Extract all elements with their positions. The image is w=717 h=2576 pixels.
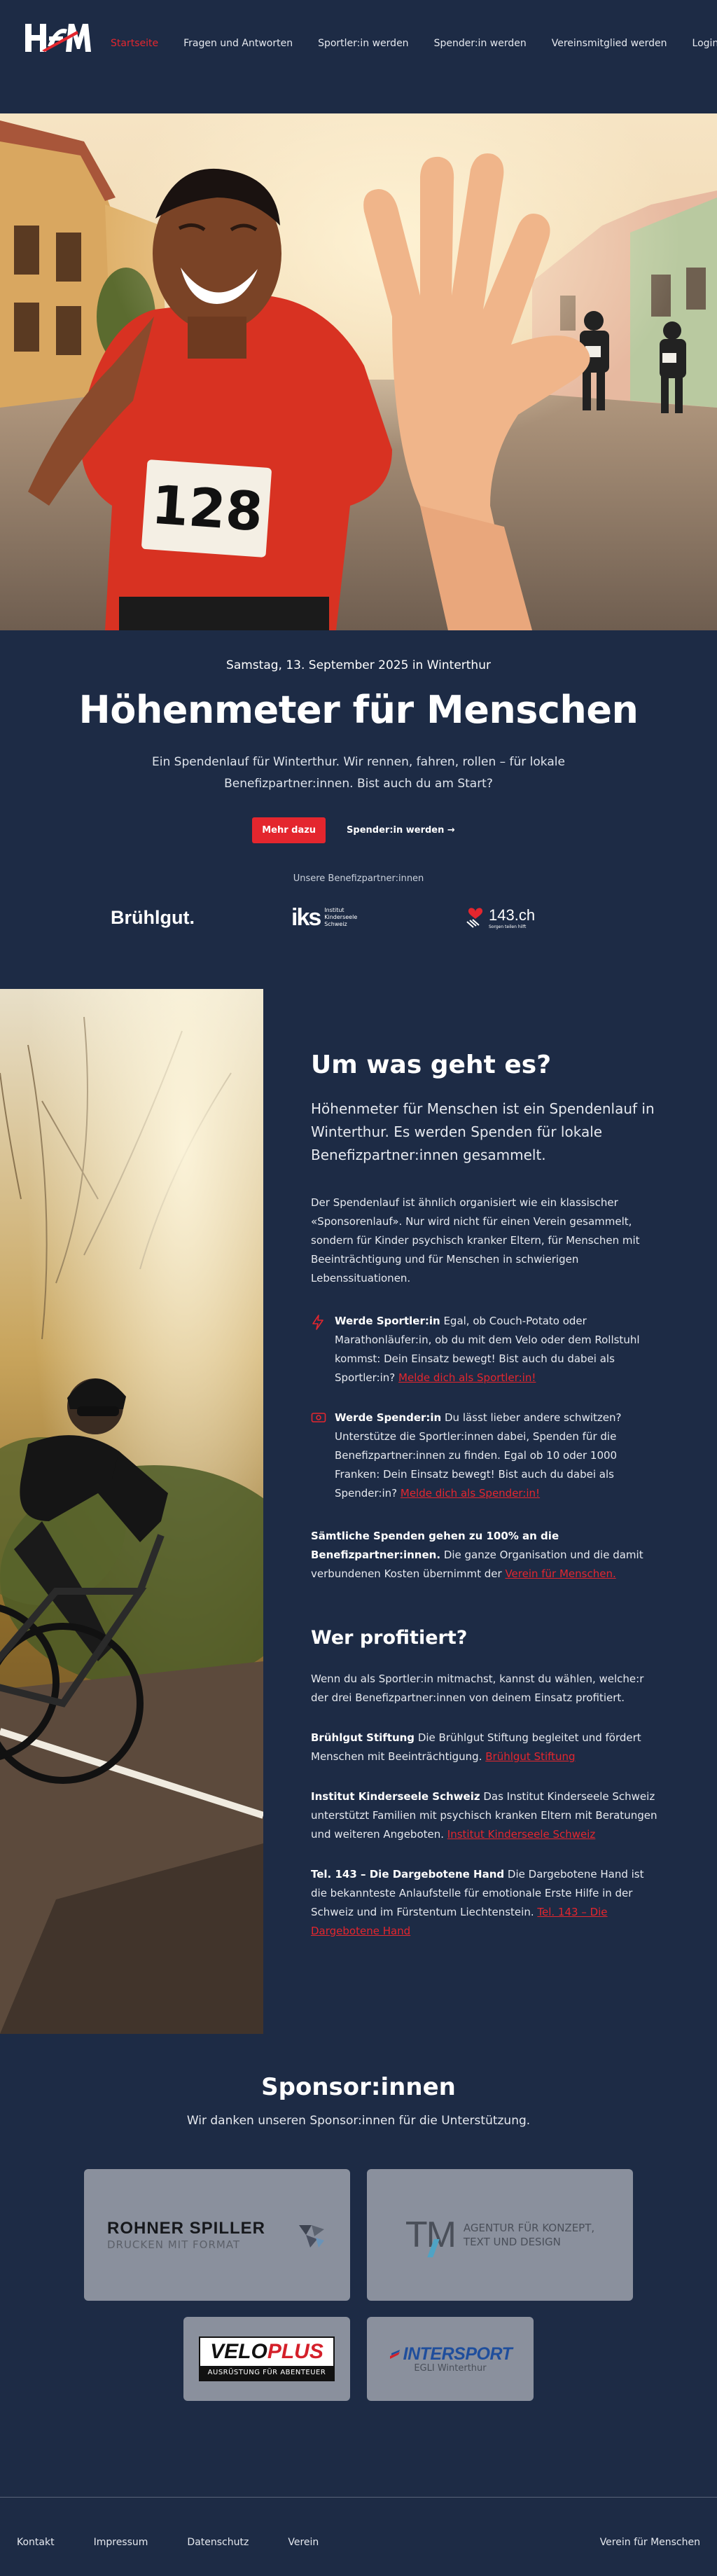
sponsors-section: Sponsor:innen Wir danken unseren Sponsor… (0, 2073, 717, 2128)
heart-hand-icon (465, 905, 486, 930)
nav-item-spender[interactable]: Spender:in werden (434, 38, 527, 49)
beneficiary-143: Tel. 143 – Die Dargebotene Hand Die Darg… (311, 1868, 644, 1937)
partner-logos: Brühlgut. iks Institut Kinderseele Schwe… (0, 893, 717, 942)
nav-item-sportler[interactable]: Sportler:in werden (318, 38, 408, 49)
sponsor-card-intersport[interactable]: INTERSPORT EGLI Winterthur (367, 2317, 534, 2401)
main-menu: Startseite Fragen und Antworten Sportler… (111, 38, 717, 49)
nav-item-login[interactable]: Login (692, 38, 717, 49)
footer-links: Kontakt Impressum Datenschutz Verein (17, 2537, 358, 2548)
hero-image-runner-high-five: 128 (0, 113, 717, 630)
footer-link-datenschutz[interactable]: Datenschutz (187, 2537, 249, 2548)
hero-section: Samstag, 13. September 2025 in Winterthu… (0, 658, 717, 843)
sponsor-card-veloplus[interactable]: VELOPLUS AUSRÜSTUNG FÜR ABENTEUER (183, 2317, 350, 2401)
donations-note: Sämtliche Spenden gehen zu 100% an die B… (311, 1530, 643, 1580)
partner-logo-143[interactable]: 143.ch Sorgen teilen hilft (465, 893, 535, 942)
cyclist-image (0, 989, 263, 2034)
more-info-button[interactable]: Mehr dazu (252, 817, 326, 843)
rohner-spiller-mark-icon (296, 2220, 327, 2250)
beneficiary-bruehlgut: Brühlgut Stiftung Die Brühlgut Stiftung … (311, 1731, 641, 1763)
benefit-title: Wer profitiert? (311, 1627, 468, 1649)
bib-number: 128 (150, 473, 265, 543)
footer: Kontakt Impressum Datenschutz Verein Ver… (0, 2497, 717, 2576)
partner-logo-kinderseele[interactable]: iks Institut Kinderseele Schweiz (291, 893, 357, 942)
sponsor-card-tm[interactable]: TM AGENTUR FÜR KONZEPT, TEXT UND DESIGN (367, 2169, 633, 2301)
feature-donor: Werde Spender:in Du lässt lieber andere … (311, 1408, 661, 1503)
about-title: Um was geht es? (311, 1051, 552, 1079)
nav-item-startseite[interactable]: Startseite (111, 38, 158, 49)
iks-mark: iks (291, 903, 321, 931)
sponsors-title: Sponsor:innen (261, 2073, 456, 2101)
site-logo[interactable] (25, 22, 92, 53)
money-icon (311, 1408, 335, 1503)
register-athlete-link[interactable]: Melde dich als Sportler:in! (398, 1371, 536, 1384)
about-section: Um was geht es? Höhenmeter für Menschen … (311, 1051, 661, 1941)
partners-label: Unsere Benefizpartner:innen (293, 873, 424, 884)
association-link[interactable]: Verein für Menschen. (505, 1567, 615, 1580)
intersport-flag-icon (389, 2349, 401, 2360)
sponsors-subtitle: Wir danken unseren Sponsor:innen für die… (186, 2114, 531, 2128)
event-date: Samstag, 13. September 2025 in Winterthu… (226, 658, 491, 672)
footer-link-kontakt[interactable]: Kontakt (17, 2537, 55, 2548)
footer-link-verein[interactable]: Verein (288, 2537, 319, 2548)
feature-athlete: Werde Sportler:in Egal, ob Couch-Potato … (311, 1312, 661, 1387)
kinderseele-link[interactable]: Institut Kinderseele Schweiz (447, 1828, 596, 1841)
feature-donor-title: Werde Spender:in (335, 1411, 442, 1424)
lightning-icon (311, 1312, 335, 1387)
register-donor-link[interactable]: Melde dich als Spender:in! (401, 1487, 540, 1500)
sponsor-card-rohner-spiller[interactable]: ROHNER SPILLER DRUCKEN MIT FORMAT (84, 2169, 350, 2301)
top-navigation: Startseite Fragen und Antworten Sportler… (0, 0, 717, 91)
benefit-intro: Wenn du als Sportler:in mitmachst, kanns… (311, 1673, 644, 1704)
page-title: Höhenmeter für Menschen (78, 688, 639, 732)
footer-association-link[interactable]: Verein für Menschen (600, 2537, 700, 2548)
become-donor-button[interactable]: Spender:in werden → (337, 817, 465, 843)
footer-link-impressum[interactable]: Impressum (94, 2537, 148, 2548)
feature-athlete-title: Werde Sportler:in (335, 1315, 440, 1327)
about-lead: Höhenmeter für Menschen ist ein Spendenl… (311, 1100, 655, 1163)
hero-lead: Ein Spendenlauf für Winterthur. Wir renn… (152, 755, 565, 791)
nav-item-faq[interactable]: Fragen und Antworten (183, 38, 293, 49)
partner-logo-bruehlgut[interactable]: Brühlgut. (111, 893, 195, 942)
nav-item-vereinsmitglied[interactable]: Vereinsmitglied werden (552, 38, 667, 49)
beneficiary-kinderseele: Institut Kinderseele Schweiz Das Institu… (311, 1790, 657, 1841)
hero-cta-group: Mehr dazu Spender:in werden → (0, 817, 717, 843)
about-intro: Der Spendenlauf ist ähnlich organisiert … (311, 1196, 640, 1284)
bruehlgut-link[interactable]: Brühlgut Stiftung (485, 1750, 575, 1763)
